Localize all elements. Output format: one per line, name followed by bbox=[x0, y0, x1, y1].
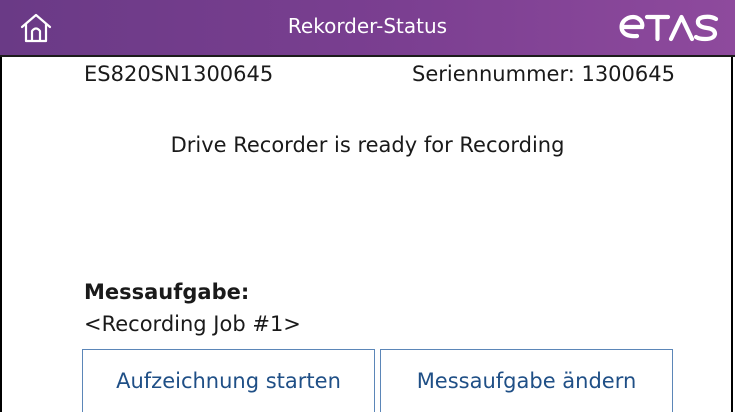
device-name: ES820SN1300645 bbox=[84, 62, 274, 86]
serial-number: Seriennummer: 1300645 bbox=[412, 62, 675, 86]
etas-logo bbox=[615, 6, 727, 50]
change-task-button[interactable]: Messaufgabe ändern bbox=[380, 349, 673, 412]
recorder-status-message: Drive Recorder is ready for Recording bbox=[170, 133, 565, 157]
measurement-task-label: Messaufgabe: bbox=[84, 280, 250, 304]
measurement-task-value: <Recording Job #1> bbox=[84, 312, 301, 336]
start-recording-button[interactable]: Aufzeichnung starten bbox=[82, 349, 375, 412]
header-bar: Rekorder-Status bbox=[0, 0, 735, 57]
